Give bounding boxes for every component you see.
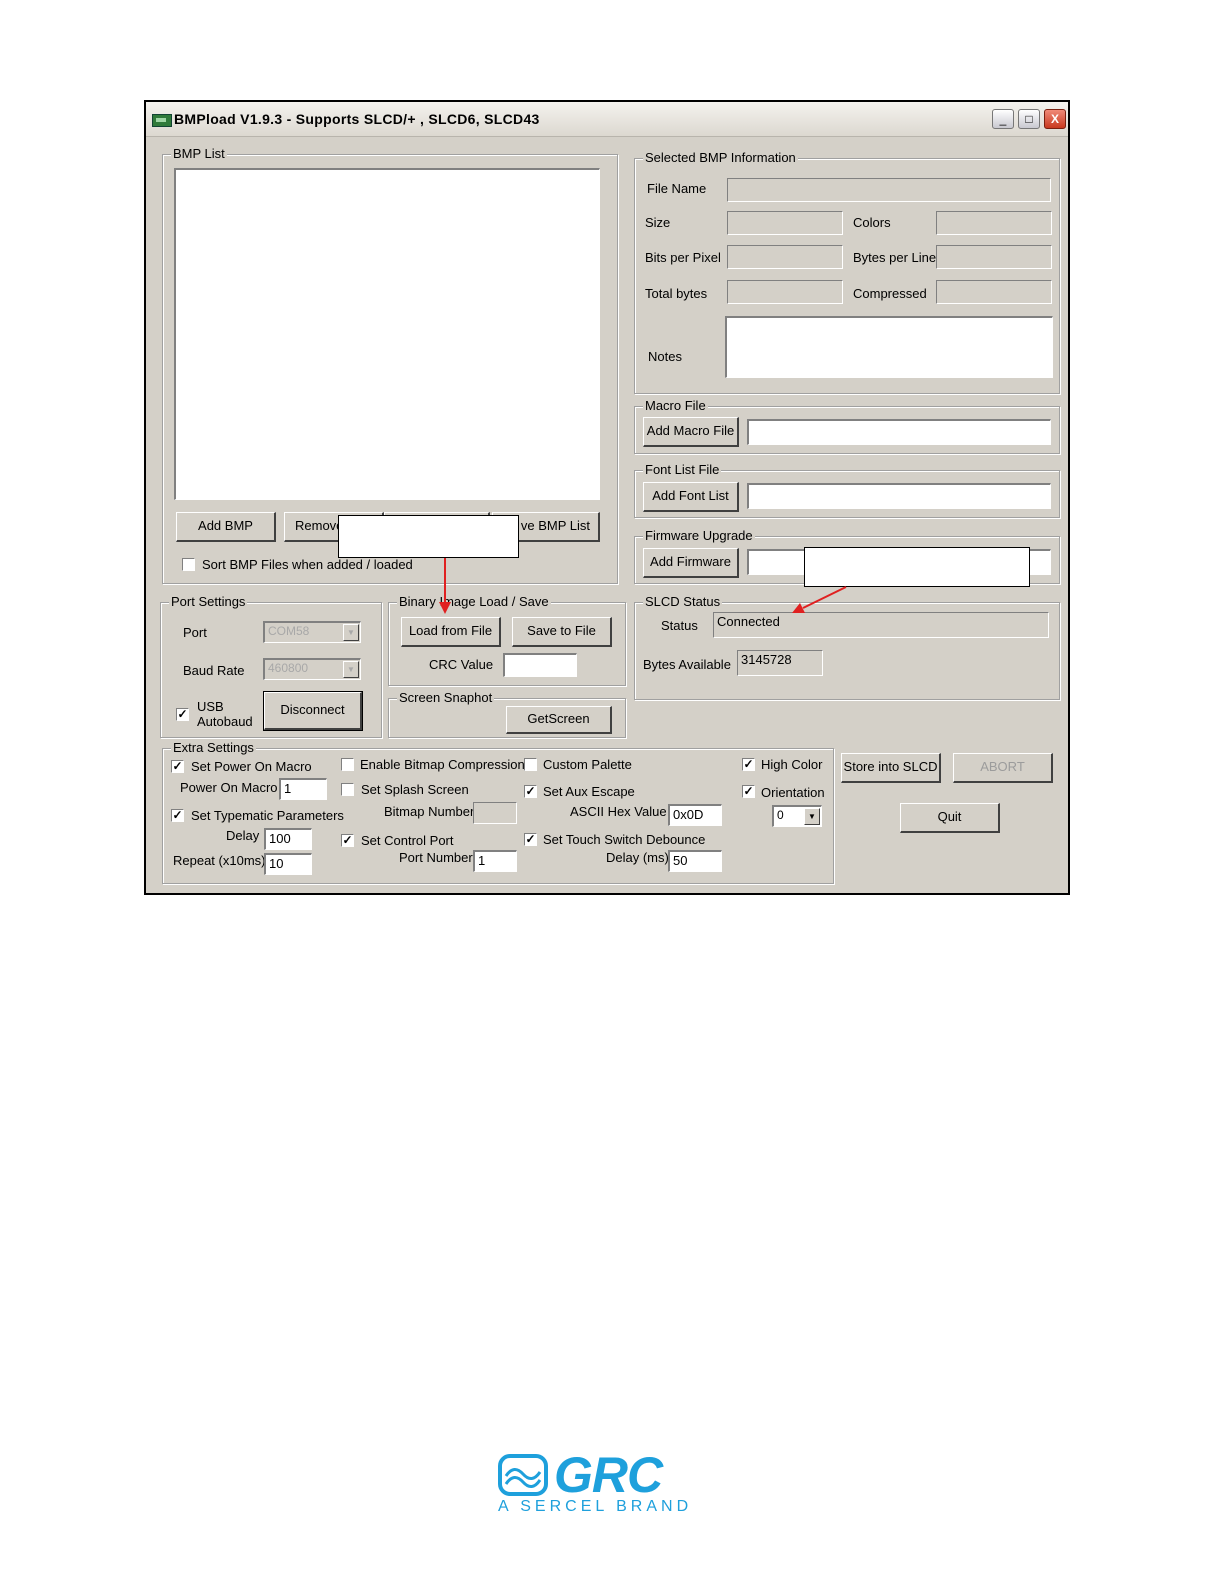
custom-palette-checkbox[interactable] (524, 758, 537, 771)
grc-wave-icon (498, 1454, 548, 1496)
set-control-port-checkbox[interactable]: ✓ (341, 834, 354, 847)
usb-label: USB (197, 699, 224, 714)
autobaud-label: Autobaud (197, 714, 253, 729)
arrow-head (439, 602, 451, 614)
orientation-value: 0 (777, 808, 784, 822)
set-typematic-label: Set Typematic Parameters (191, 808, 344, 823)
enable-bitmap-compression-checkbox[interactable] (341, 758, 354, 771)
set-power-on-macro-label: Set Power On Macro (191, 759, 312, 774)
grc-logo-text: GRC (554, 1447, 663, 1503)
bitmap-number-field (473, 802, 517, 824)
grc-tagline: A SERCEL BRAND (498, 1498, 693, 1515)
ascii-hex-label: ASCII Hex Value (570, 804, 667, 819)
bitmap-number-label: Bitmap Number (384, 804, 475, 819)
set-control-port-label: Set Control Port (361, 833, 454, 848)
ascii-hex-field[interactable]: 0x0D (668, 804, 722, 826)
high-color-checkbox[interactable]: ✓ (742, 758, 755, 771)
orientation-label: Orientation (761, 785, 825, 800)
orientation-select[interactable]: 0 ▼ (772, 805, 822, 827)
store-into-slcd-button[interactable]: Store into SLCD (841, 753, 941, 783)
delay-field[interactable]: 100 (264, 828, 312, 850)
quit-button[interactable]: Quit (900, 803, 1000, 833)
orientation-checkbox[interactable]: ✓ (742, 785, 755, 798)
abort-button[interactable]: ABORT (953, 753, 1053, 783)
high-color-label: High Color (761, 757, 823, 772)
extra-settings-label: Extra Settings (171, 740, 256, 755)
grc-logo: GRC A SERCEL BRAND (498, 1447, 718, 1522)
set-touch-debounce-checkbox[interactable]: ✓ (524, 833, 537, 846)
power-on-macro-label: Power On Macro (180, 780, 278, 795)
repeat-label: Repeat (x10ms) (173, 853, 266, 868)
annotation-arrows (439, 558, 847, 614)
set-power-on-macro-checkbox[interactable]: ✓ (171, 760, 184, 773)
repeat-field[interactable]: 10 (264, 853, 312, 875)
port-number-label: Port Number (399, 850, 473, 865)
set-typematic-checkbox[interactable]: ✓ (171, 809, 184, 822)
debounce-delay-field[interactable]: 50 (668, 850, 722, 872)
enable-bitmap-compression-label: Enable Bitmap Compression (360, 757, 525, 772)
debounce-delay-label: Delay (ms) (606, 850, 669, 865)
set-touch-debounce-label: Set Touch Switch Debounce (543, 832, 706, 847)
set-aux-escape-checkbox[interactable]: ✓ (524, 785, 537, 798)
set-splash-screen-checkbox[interactable] (341, 783, 354, 796)
custom-palette-label: Custom Palette (543, 757, 632, 772)
chevron-down-icon: ▼ (804, 808, 820, 825)
arrow-line (802, 586, 847, 609)
set-aux-escape-label: Set Aux Escape (543, 784, 635, 799)
port-number-field[interactable]: 1 (473, 850, 517, 872)
set-splash-screen-label: Set Splash Screen (361, 782, 469, 797)
delay-label: Delay (226, 828, 260, 843)
power-on-macro-field[interactable]: 1 (279, 778, 327, 800)
get-screen-button[interactable]: GetScreen (506, 706, 612, 734)
usb-autobaud-checkbox[interactable]: ✓ (176, 708, 189, 721)
